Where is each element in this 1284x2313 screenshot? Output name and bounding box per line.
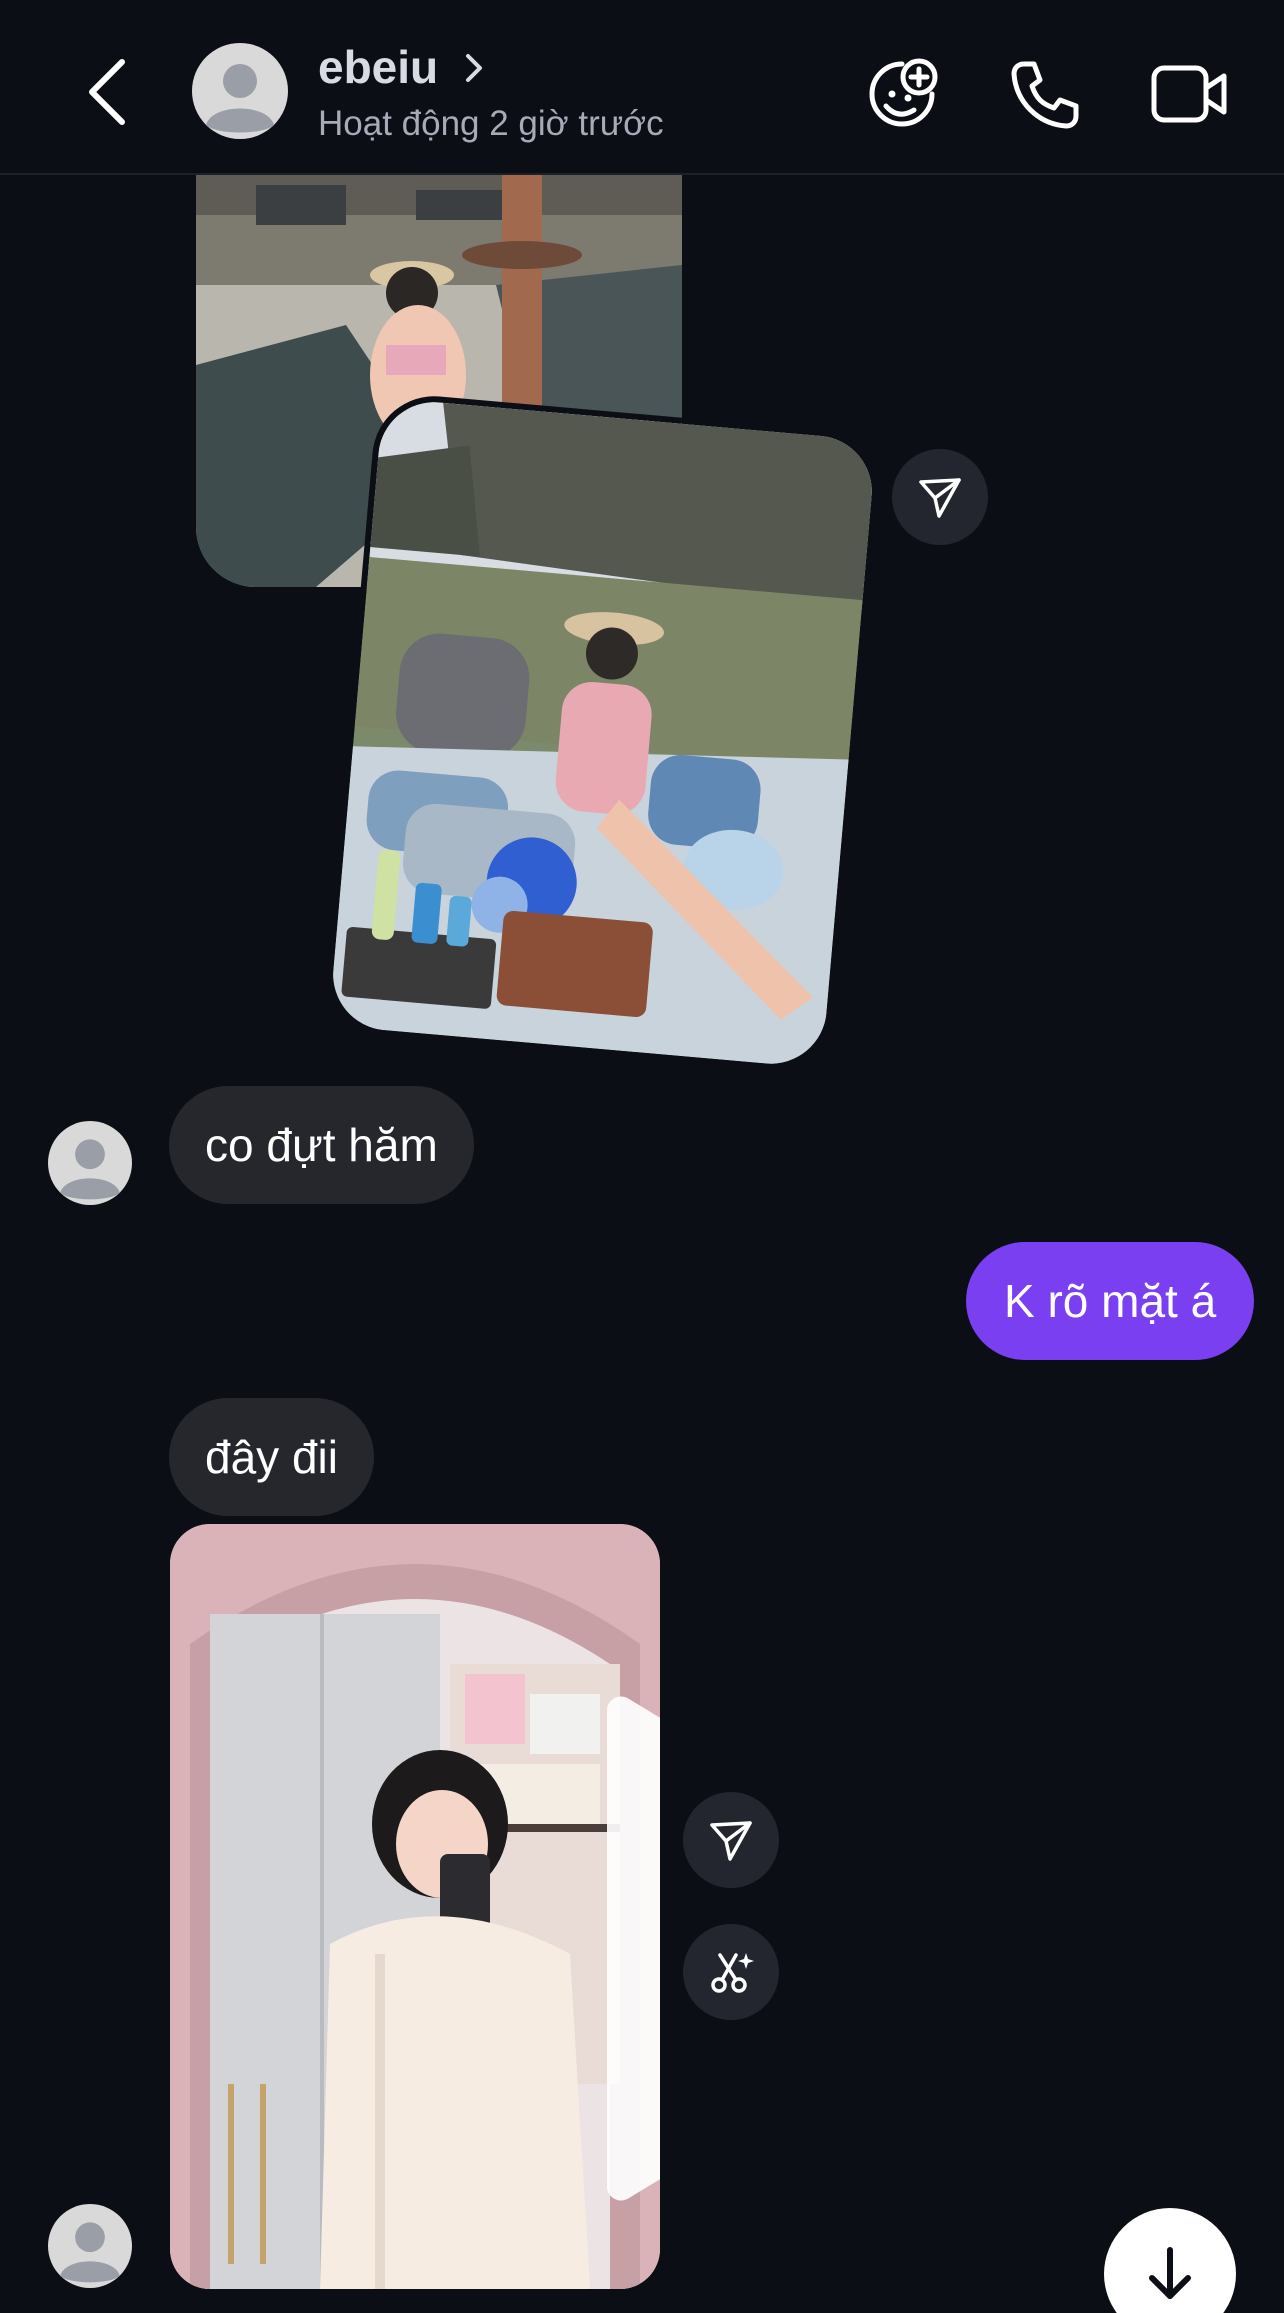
ai-edit-icon	[711, 1953, 754, 1993]
share-icon	[710, 1821, 752, 1861]
call-button[interactable]	[1004, 54, 1084, 134]
share-photo-button[interactable]	[892, 449, 988, 545]
video-camera-icon	[1151, 65, 1227, 123]
message-bubble-incoming[interactable]: đây đii	[169, 1398, 374, 1516]
sticker-add-button[interactable]	[862, 54, 942, 134]
share-icon	[919, 478, 961, 518]
avatar[interactable]	[192, 43, 288, 139]
back-button[interactable]	[78, 56, 138, 128]
message-bubble-outgoing[interactable]: K rõ mặt á	[966, 1242, 1255, 1360]
avatar[interactable]	[48, 1121, 132, 1205]
activity-status: Hoạt động 2 giờ trước	[318, 104, 664, 143]
contact-name[interactable]: ebeiu	[318, 40, 438, 94]
sticker-add-icon	[869, 58, 938, 127]
chevron-right-icon[interactable]	[462, 50, 486, 86]
ai-edit-button[interactable]	[683, 1924, 779, 2020]
share-video-button[interactable]	[683, 1792, 779, 1888]
chat-header: ebeiu Hoạt động 2 giờ trước	[0, 0, 1284, 175]
message-bubble-incoming[interactable]: co đựt hăm	[169, 1086, 474, 1204]
chat-screen: ebeiu Hoạt động 2 giờ trước co đựt hăm K…	[0, 0, 1284, 2313]
boat-photo[interactable]	[328, 397, 877, 1069]
phone-icon	[1011, 61, 1079, 129]
play-icon[interactable]	[565, 1566, 660, 2289]
back-arrow-icon	[89, 59, 125, 125]
scroll-down-icon	[1149, 2247, 1191, 2299]
video-message[interactable]	[170, 1524, 660, 2289]
avatar[interactable]	[48, 2204, 132, 2288]
scroll-down-button[interactable]	[1104, 2208, 1236, 2313]
video-call-button[interactable]	[1148, 54, 1228, 134]
